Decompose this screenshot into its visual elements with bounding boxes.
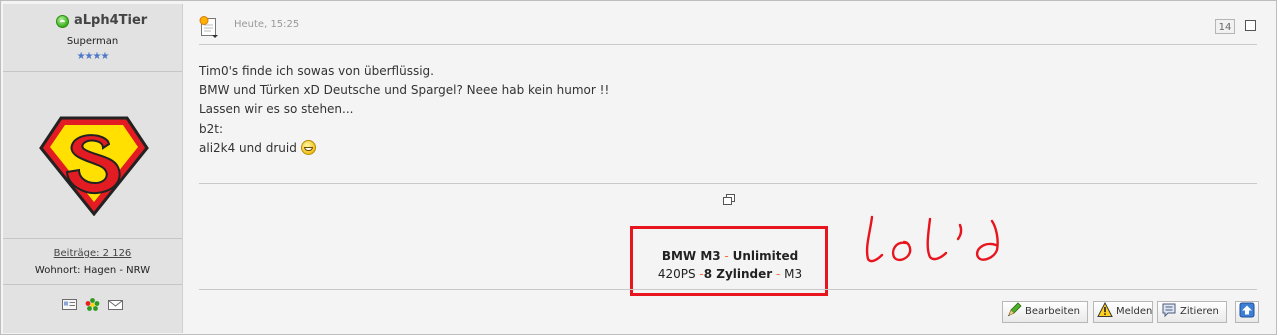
pencil-icon — [1007, 302, 1022, 317]
sidebar-divider — [3, 238, 182, 239]
post-content: Heute, 15:25 14 Tim0's finde ich sowas v… — [184, 4, 1276, 333]
user-rank: Superman — [66, 36, 119, 47]
warning-icon — [1097, 302, 1113, 317]
email-icon[interactable] — [107, 298, 123, 311]
message-text: ali2k4 und druid — [199, 140, 297, 155]
user-header: aLph4Tier Superman ★★★★ — [3, 4, 182, 70]
icq-flower-icon[interactable] — [85, 298, 100, 311]
sidebar-divider — [3, 71, 182, 72]
contact-icons — [3, 297, 182, 313]
message-line: Lassen wir es so stehen... — [199, 102, 354, 117]
report-button[interactable]: Melden — [1093, 301, 1153, 323]
signature-divider — [199, 183, 1257, 184]
message-line-last: ali2k4 und druid — [199, 139, 609, 158]
user-sidebar: aLph4Tier Superman ★★★★ Beiträge: 2 126 … — [3, 4, 183, 333]
quote-button[interactable]: Zitieren — [1157, 301, 1227, 323]
message-line: Tim0's finde ich sowas von überflüssig. — [199, 64, 434, 78]
user-location: Wohnort: Hagen - NRW — [34, 265, 151, 276]
arrow-up-icon — [1239, 302, 1255, 318]
online-status-icon — [56, 15, 69, 28]
red-highlight-box — [630, 226, 828, 296]
grin-smiley-icon — [300, 139, 316, 155]
header-divider — [199, 44, 1257, 45]
post-count-link[interactable]: Beiträge: 2 126 — [3, 248, 182, 259]
message-line: BMW und Türken xD Deutsche und Spargel? … — [199, 83, 610, 98]
expand-signature-icon[interactable] — [723, 194, 735, 205]
message-line: b2t: — [199, 121, 223, 136]
rank-stars-icon: ★★★★ — [76, 51, 110, 62]
footer-divider — [199, 289, 1257, 290]
edit-button-label: Bearbeiten — [1025, 306, 1080, 317]
avatar — [39, 116, 149, 216]
forum-post: aLph4Tier Superman ★★★★ Beiträge: 2 126 … — [0, 0, 1277, 335]
post-number[interactable]: 14 — [1215, 19, 1235, 34]
post-date: Heute, 15:25 — [234, 19, 300, 30]
username[interactable]: aLph4Tier — [74, 13, 147, 28]
handwritten-scribble — [865, 215, 999, 263]
post-document-icon — [199, 16, 218, 38]
post-select-checkbox[interactable] — [1245, 20, 1256, 31]
report-button-label: Melden — [1116, 306, 1153, 317]
edit-button[interactable]: Bearbeiten — [1002, 301, 1088, 323]
scroll-to-top-button[interactable] — [1235, 301, 1259, 323]
speech-bubble-icon — [1162, 303, 1176, 318]
post-message: Tim0's finde ich sowas von überflüssig. … — [199, 62, 609, 158]
quote-button-label: Zitieren — [1180, 306, 1219, 317]
profile-card-icon[interactable] — [62, 298, 78, 311]
sidebar-divider — [3, 284, 182, 285]
